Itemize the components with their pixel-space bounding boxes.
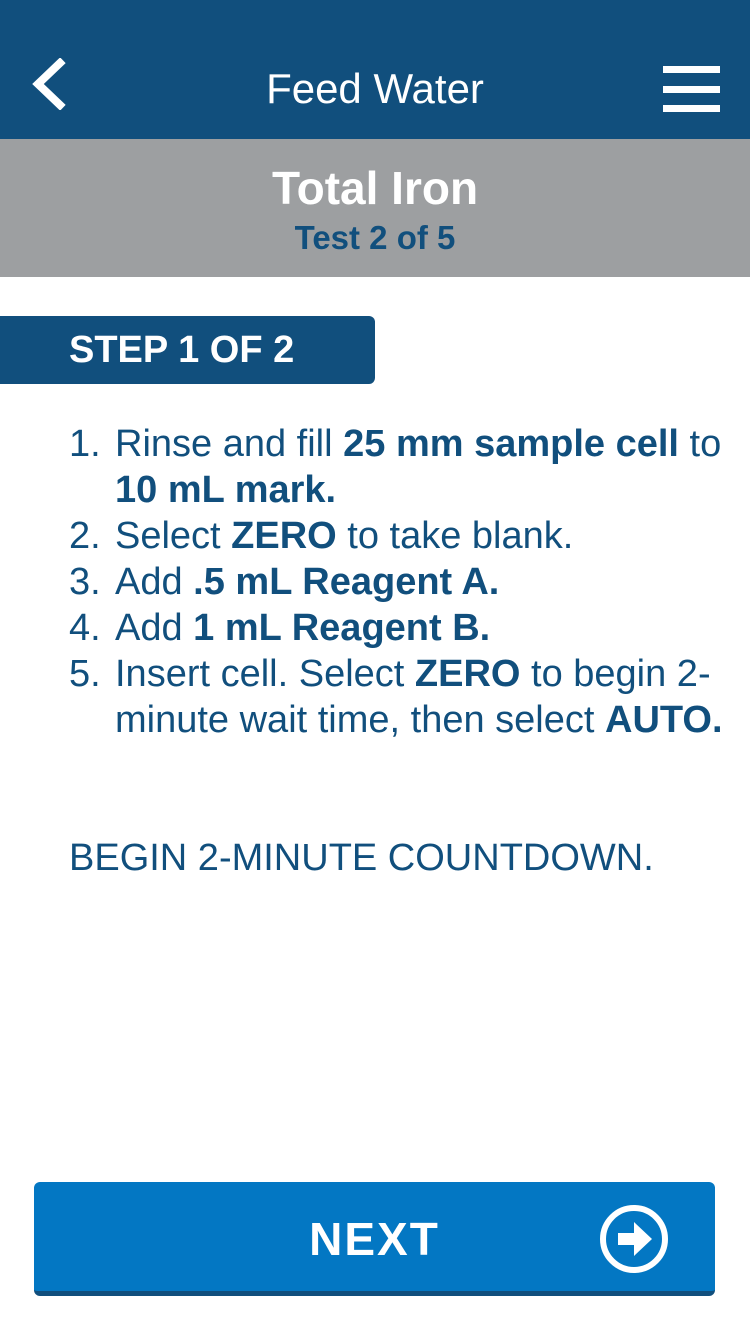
back-button[interactable] bbox=[18, 54, 78, 114]
step-badge: STEP 1 OF 2 bbox=[0, 316, 375, 384]
instruction-item: 3. Add .5 mL Reagent A. bbox=[69, 559, 729, 605]
instruction-emphasis: ZERO bbox=[414, 653, 521, 695]
instruction-item: 4. Add 1 mL Reagent B. bbox=[69, 605, 729, 651]
instruction-item: 2. Select ZERO to take blank. bbox=[69, 513, 729, 559]
instruction-text: Rinse and fill bbox=[115, 423, 344, 465]
instruction-emphasis: ZERO bbox=[231, 515, 337, 557]
instruction-emphasis: 25 mm sample cell bbox=[343, 423, 679, 465]
instruction-emphasis: .5 mL Reagent A. bbox=[193, 561, 500, 603]
instruction-number: 4. bbox=[69, 607, 101, 649]
instruction-number: 5. bbox=[69, 653, 101, 695]
instruction-text: Add bbox=[115, 561, 194, 603]
instruction-item: 5. Insert cell. Select ZERO to begin 2-mi… bbox=[69, 651, 729, 743]
instruction-text: to bbox=[678, 423, 722, 465]
chevron-left-icon bbox=[32, 58, 66, 110]
top-nav-bar: Feed Water bbox=[0, 0, 750, 139]
arrow-right-circle-icon bbox=[600, 1205, 668, 1273]
hamburger-menu-icon bbox=[663, 66, 720, 112]
instruction-text: Insert cell. Select bbox=[115, 653, 415, 695]
instruction-list: 1. Rinse and fill 25 mm sample cell to 10… bbox=[69, 421, 729, 743]
instruction-number: 1. bbox=[69, 423, 101, 465]
instruction-text: Add bbox=[115, 607, 194, 649]
test-progress: Test 2 of 5 bbox=[294, 219, 456, 256]
page-title: Feed Water bbox=[266, 65, 484, 112]
menu-button[interactable] bbox=[656, 60, 726, 120]
test-name: Total Iron bbox=[271, 162, 479, 214]
instruction-emphasis: 1 mL Reagent B. bbox=[193, 607, 491, 649]
instruction-emphasis: 10 mL mark. bbox=[115, 469, 337, 511]
instruction-item: 1. Rinse and fill 25 mm sample cell to 10… bbox=[69, 421, 729, 513]
instruction-number: 3. bbox=[69, 561, 101, 603]
instruction-text: Select bbox=[115, 515, 232, 557]
instruction-emphasis: AUTO. bbox=[605, 699, 723, 741]
page: Feed Water Total Iron Test 2 of 5 STEP 1… bbox=[0, 0, 750, 1334]
instruction-number: 2. bbox=[69, 515, 101, 557]
instruction-text: to take blank. bbox=[336, 515, 574, 557]
countdown-text: BEGIN 2-MINUTE COUNTDOWN. bbox=[69, 837, 654, 879]
next-button[interactable]: NEXT bbox=[34, 1182, 715, 1296]
